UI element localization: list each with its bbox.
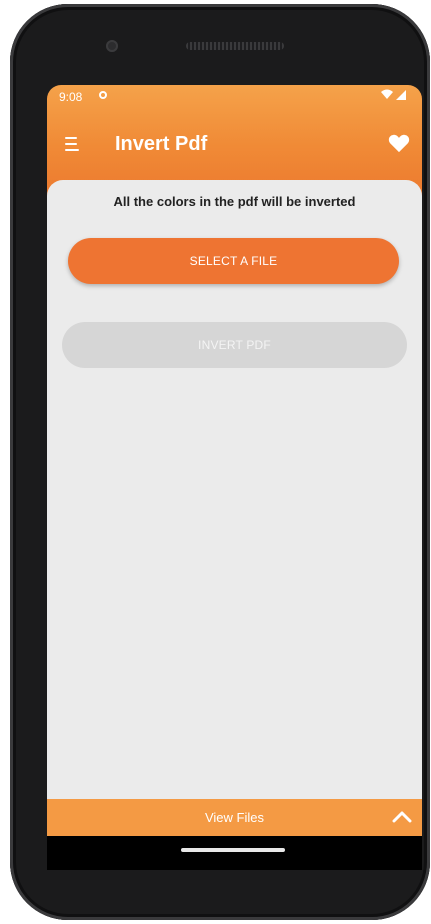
description-text: All the colors in the pdf will be invert… [113,194,356,209]
heart-icon[interactable] [388,133,410,153]
screen: 9:08 Invert Pdf All the colors in the pd… [47,85,422,870]
wifi-signal-icon [381,89,406,100]
status-bar: 9:08 [47,85,422,109]
home-indicator[interactable] [181,848,285,852]
chevron-up-icon[interactable] [392,808,412,824]
invert-pdf-button[interactable]: INVERT PDF [62,322,407,368]
phone-frame: 9:08 Invert Pdf All the colors in the pd… [10,4,430,920]
view-files-bar[interactable]: View Files [47,799,422,836]
page-title: Invert Pdf [115,133,208,155]
system-navigation [47,836,422,870]
menu-icon[interactable] [65,137,81,151]
notification-icon [99,91,107,99]
status-icons [380,88,408,105]
toolbar: Invert Pdf [47,125,422,165]
status-time: 9:08 [59,90,83,104]
front-camera [106,40,118,52]
view-files-label: View Files [204,810,264,825]
select-file-button[interactable]: SELECT A FILE [68,238,399,284]
main-content: All the colors in the pdf will be invert… [47,180,422,800]
earpiece-speaker [186,42,284,50]
